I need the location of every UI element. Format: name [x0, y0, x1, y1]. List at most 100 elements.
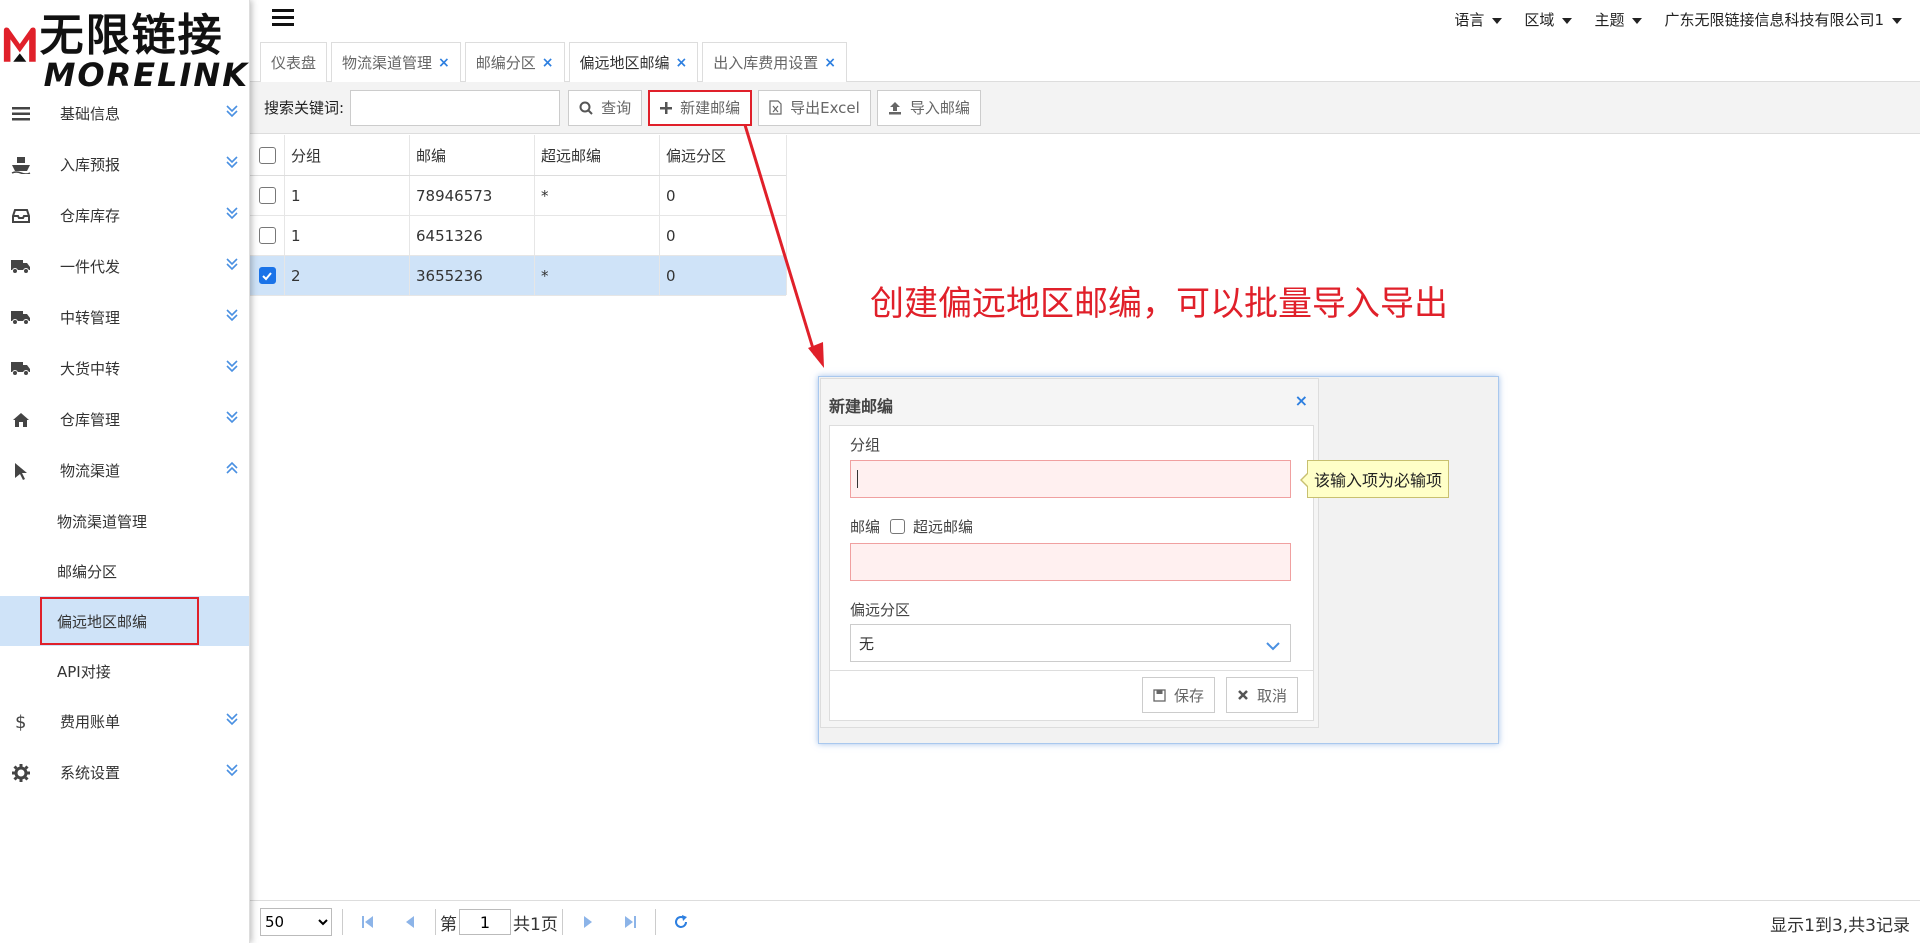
tab-zip-zone[interactable]: 邮编分区 ×	[464, 42, 565, 82]
query-button[interactable]: 查询	[568, 89, 643, 126]
zone-label: 偏远分区	[850, 601, 911, 619]
table-row[interactable]: 1 6451326 0	[250, 216, 786, 256]
zip-label: 邮编	[850, 518, 881, 536]
close-icon[interactable]: ×	[824, 55, 836, 71]
chevron-double-down-icon	[225, 410, 239, 428]
column-header-group[interactable]: 分组	[284, 135, 409, 175]
cell-group: 1	[284, 216, 409, 255]
chevron-double-down-icon	[225, 308, 239, 326]
table-row[interactable]: 1 78946573 * 0	[250, 176, 786, 216]
save-button[interactable]: 保存	[1142, 677, 1216, 713]
region-dropdown[interactable]: 区域	[1524, 9, 1573, 30]
query-label: 查询	[601, 99, 632, 117]
sidebar-item-inventory[interactable]: 仓库库存	[0, 190, 249, 241]
sidebar-item-inbound-forecast[interactable]: 入库预报	[0, 139, 249, 190]
next-page-icon[interactable]	[567, 915, 609, 929]
zip-label-row: 邮编 超远邮编	[850, 516, 973, 537]
truck-icon	[6, 361, 36, 376]
logo-name-en: MORELINK	[43, 56, 249, 94]
inbox-icon	[6, 208, 36, 223]
close-icon[interactable]: ×	[438, 55, 450, 71]
sidebar-item-dropship[interactable]: 一件代发	[0, 241, 249, 292]
table-row[interactable]: 2 3655236 * 0	[250, 256, 786, 296]
row-checkbox[interactable]	[258, 267, 276, 284]
sidebar-subitem-remote-zip[interactable]: 偏远地区邮编	[0, 596, 249, 646]
search-icon	[579, 101, 593, 115]
page-number-input[interactable]	[459, 909, 511, 935]
sidebar-item-label: 基础信息	[60, 105, 121, 123]
tab-bar: 仪表盘 物流渠道管理 × 邮编分区 × 偏远地区邮编 × 出入库费用设置 ×	[250, 40, 1920, 82]
truck-icon	[6, 310, 36, 325]
sidebar-item-transfer[interactable]: 中转管理	[0, 292, 249, 343]
sidebar-subitem-channel-management[interactable]: 物流渠道管理	[0, 496, 249, 546]
tab-remote-zip[interactable]: 偏远地区邮编 ×	[568, 42, 699, 82]
page-total: 共1页	[513, 914, 558, 935]
column-header-extra-remote[interactable]: 超远邮编	[534, 135, 659, 175]
close-icon[interactable]: ×	[676, 55, 688, 71]
sidebar-item-system-settings[interactable]: 系统设置	[0, 747, 249, 798]
row-checkbox[interactable]	[258, 227, 276, 244]
sidebar-item-basic-info[interactable]: 基础信息	[0, 88, 249, 139]
divider	[435, 909, 436, 935]
theme-label: 主题	[1594, 11, 1625, 29]
close-icon[interactable]: ×	[1295, 391, 1308, 410]
tab-fee-settings[interactable]: 出入库费用设置 ×	[702, 42, 848, 82]
sidebar-item-warehouse-management[interactable]: 仓库管理	[0, 394, 249, 445]
text-cursor	[857, 470, 858, 488]
divider	[654, 909, 656, 935]
tab-label: 偏远地区邮编	[579, 54, 670, 72]
sidebar-item-logistics-channel[interactable]: 物流渠道	[0, 445, 249, 496]
close-icon	[1237, 689, 1249, 701]
tab-channel-management[interactable]: 物流渠道管理 ×	[331, 42, 461, 82]
zone-select[interactable]: 无	[850, 624, 1291, 662]
logo: 无限链接 MORELINK	[0, 0, 249, 94]
close-icon[interactable]: ×	[542, 55, 554, 71]
cell-zone: 0	[659, 176, 784, 215]
zip-input[interactable]	[850, 543, 1291, 581]
import-zip-button[interactable]: 导入邮编	[876, 89, 981, 126]
search-input[interactable]	[350, 89, 561, 126]
cell-zip: 6451326	[409, 216, 534, 255]
cell-zone: 0	[659, 216, 784, 255]
list-icon	[6, 106, 36, 121]
divider	[342, 909, 343, 935]
sidebar-item-billing[interactable]: $ 费用账单	[0, 696, 249, 747]
last-page-icon[interactable]	[609, 915, 651, 929]
refresh-icon[interactable]	[660, 914, 702, 930]
select-all-checkbox[interactable]	[258, 146, 276, 164]
sidebar-item-label: 中转管理	[60, 309, 121, 327]
cell-zone: 0	[659, 256, 784, 295]
cancel-button[interactable]: 取消	[1226, 677, 1299, 713]
sidebar-subitem-zip-zone[interactable]: 邮编分区	[0, 546, 249, 596]
page-size-select[interactable]: 50	[260, 908, 332, 936]
prev-page-icon[interactable]	[389, 915, 431, 929]
export-excel-button[interactable]: 导出Excel	[758, 89, 871, 126]
company-label: 广东无限链接信息科技有限公司1	[1664, 11, 1884, 29]
language-label: 语言	[1454, 11, 1485, 29]
cursor-icon	[6, 462, 36, 480]
topbar: 语言 区域 主题 广东无限链接信息科技有限公司1	[250, 0, 1920, 39]
logo-name-cn: 无限链接	[39, 10, 224, 61]
cell-extra-remote	[534, 216, 659, 255]
first-page-icon[interactable]	[347, 915, 389, 929]
column-header-zip[interactable]: 邮编	[409, 135, 534, 175]
sidebar-subitem-api[interactable]: API对接	[0, 646, 249, 696]
new-zip-button[interactable]: 新建邮编	[648, 89, 753, 126]
tab-label: 物流渠道管理	[342, 54, 433, 72]
theme-dropdown[interactable]: 主题	[1594, 9, 1643, 30]
column-header-zone[interactable]: 偏远分区	[659, 135, 784, 175]
chevron-double-down-icon	[225, 359, 239, 377]
cell-zip: 3655236	[409, 256, 534, 295]
sidebar-item-label: 一件代发	[60, 258, 121, 276]
save-label: 保存	[1174, 686, 1205, 705]
language-dropdown[interactable]: 语言	[1454, 9, 1503, 30]
sidebar-item-bulk-transfer[interactable]: 大货中转	[0, 343, 249, 394]
menu-toggle-icon[interactable]	[272, 8, 294, 30]
tab-dashboard[interactable]: 仪表盘	[260, 42, 328, 82]
group-input[interactable]	[850, 460, 1291, 498]
extra-remote-checkbox[interactable]	[890, 519, 906, 534]
company-dropdown[interactable]: 广东无限链接信息科技有限公司1	[1664, 9, 1902, 30]
row-checkbox[interactable]	[258, 187, 276, 204]
highlight-box	[40, 597, 199, 645]
cell-zip: 78946573	[409, 176, 534, 215]
